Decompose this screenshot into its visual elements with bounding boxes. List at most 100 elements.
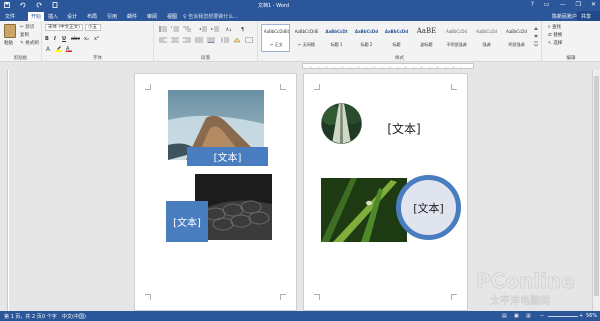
tab-references[interactable]: 引用: [107, 13, 117, 20]
ribbon-tab-bar: 文件 开始 插入 设计 布局 引用 邮件 审阅 视图 ♀ 告诉我您想要做什么..…: [0, 11, 600, 21]
select-button[interactable]: ↖ 选择: [548, 40, 562, 46]
justify-icon[interactable]: [195, 37, 203, 43]
horizontal-ruler[interactable]: [302, 63, 474, 69]
style-no-spacing[interactable]: AaBbCcDdE ↵ 无间隔: [291, 24, 320, 52]
bullets-icon[interactable]: [159, 26, 167, 32]
highlight-color-icon[interactable]: [55, 45, 63, 52]
numbering-icon[interactable]: [171, 26, 179, 32]
find-button[interactable]: ⌕ 查找: [548, 24, 561, 30]
find-label: 查找: [551, 25, 561, 30]
show-formatting-marks-icon[interactable]: ¶: [240, 26, 248, 32]
text-box-2[interactable]: [文本]: [166, 201, 208, 242]
multilevel-list-icon[interactable]: [183, 26, 191, 32]
distributed-icon[interactable]: [207, 37, 215, 43]
style-subtitle[interactable]: AaBbCcDd 不明显强调: [441, 24, 470, 52]
window-title: 文档1 - Word: [258, 3, 290, 9]
text-box-3[interactable]: [文本]: [378, 118, 430, 138]
increase-indent-icon[interactable]: [211, 26, 219, 32]
svg-text:PConline: PConline: [476, 269, 575, 293]
shading-icon[interactable]: [233, 37, 241, 43]
style-sample: AaBbCcDdE: [294, 29, 319, 34]
style-name: ↵ 无间隔: [298, 42, 315, 47]
help-button[interactable]: ?: [531, 1, 534, 8]
style-normal[interactable]: AaBbCcDdEt ↵ 正文: [261, 24, 290, 52]
web-layout-icon[interactable]: ▥: [526, 313, 531, 319]
tab-layout[interactable]: 布局: [87, 13, 97, 20]
underline-button[interactable]: U: [62, 36, 66, 42]
grass-droplet-photo[interactable]: [321, 178, 407, 242]
style-heading-3[interactable]: AaBbCcDd 标题: [381, 24, 410, 52]
zoom-slider[interactable]: [548, 316, 578, 317]
zoom-out-button[interactable]: −: [540, 313, 544, 319]
minimize-button[interactable]: —: [560, 1, 566, 8]
restore-button[interactable]: ❐: [576, 1, 581, 8]
save-icon[interactable]: [4, 2, 10, 8]
style-heading-2[interactable]: AaBbCcDd 标题 2: [351, 24, 380, 52]
borders-icon[interactable]: [245, 37, 253, 43]
superscript-button[interactable]: x²: [94, 36, 99, 42]
share-button[interactable]: 共享: [577, 11, 600, 21]
strikethrough-button[interactable]: abc: [71, 36, 80, 42]
paste-button[interactable]: 粘贴: [4, 40, 13, 46]
paste-icon[interactable]: [4, 24, 16, 38]
tab-insert[interactable]: 插入: [48, 13, 58, 20]
text-effects-icon[interactable]: A: [45, 45, 53, 52]
margin-mark: [314, 294, 320, 300]
quick-access-toolbar: [4, 2, 58, 8]
style-heading-1[interactable]: AaBbCcDt 标题 1: [321, 24, 350, 52]
page-2[interactable]: [文本] [文本]: [303, 73, 468, 311]
ribbon-display-options-button[interactable]: ▭: [544, 1, 550, 8]
clipboard-group: 粘贴 ✂ 剪切 复制 ✎ 格式刷 剪贴板: [0, 21, 42, 62]
cut-button[interactable]: ✂ 剪切: [20, 24, 34, 30]
style-name: 标题 2: [360, 42, 373, 47]
scrollbar-thumb[interactable]: [594, 76, 599, 296]
tab-review[interactable]: 审阅: [147, 13, 157, 20]
zoom-level[interactable]: 56%: [586, 313, 597, 319]
tab-mailings[interactable]: 邮件: [127, 13, 137, 20]
subscript-button[interactable]: x₂: [84, 36, 89, 42]
forest-bridge-circle-photo[interactable]: [321, 103, 362, 144]
circle-text-box[interactable]: [文本]: [396, 175, 461, 240]
print-preview-icon[interactable]: [52, 2, 58, 8]
language-indicator[interactable]: 中文(中国): [62, 313, 86, 320]
align-right-icon[interactable]: [183, 37, 191, 43]
sort-icon[interactable]: A↓: [226, 26, 234, 32]
style-subtle-emphasis[interactable]: AaBbCcDd 强调: [471, 24, 500, 52]
italic-button[interactable]: I: [54, 36, 56, 42]
align-left-icon[interactable]: [159, 37, 167, 43]
style-sample: AaBbCcDt: [325, 29, 348, 34]
font-name-combobox[interactable]: 宋体 (中文正文): [45, 24, 83, 31]
font-size-combobox[interactable]: 小五: [85, 24, 101, 31]
vertical-ruler[interactable]: [0, 70, 8, 311]
zoom-in-button[interactable]: +: [579, 313, 583, 319]
text-box-1[interactable]: [文本]: [187, 147, 268, 166]
decrease-indent-icon[interactable]: [199, 26, 207, 32]
align-center-icon[interactable]: [171, 37, 179, 43]
undo-icon[interactable]: [20, 2, 26, 8]
tell-me-box[interactable]: ♀ 告诉我您想要做什么...: [183, 13, 238, 20]
word-count[interactable]: 0 个字: [42, 313, 57, 320]
tab-home[interactable]: 开始: [28, 12, 45, 21]
replace-button[interactable]: ⇄ 替换: [548, 32, 562, 38]
print-layout-icon[interactable]: ▣: [514, 313, 519, 319]
line-spacing-icon[interactable]: [221, 37, 229, 43]
svg-text:太平洋电脑网: 太平洋电脑网: [490, 294, 550, 307]
tab-view[interactable]: 视图: [167, 13, 177, 20]
styles-scroll-icon[interactable]: [533, 25, 539, 47]
tab-design[interactable]: 设计: [67, 13, 77, 20]
read-mode-icon[interactable]: ▤: [502, 313, 507, 319]
redo-icon[interactable]: [36, 2, 42, 8]
page-count[interactable]: 第 1 页，共 2 页: [4, 313, 42, 320]
window-controls: ? ▭ — ❐ ✕: [531, 1, 596, 8]
bold-button[interactable]: B: [45, 36, 49, 42]
style-title[interactable]: AaBE 副标题: [411, 24, 440, 52]
format-painter-button[interactable]: ✎ 格式刷: [20, 40, 39, 46]
tab-file[interactable]: 文件: [0, 11, 20, 21]
close-button[interactable]: ✕: [591, 1, 596, 8]
sign-in-link[interactable]: 陈新民账户: [552, 13, 577, 20]
font-color-icon[interactable]: A: [65, 45, 73, 52]
style-emphasis[interactable]: AaBbCcDd 明显强调: [501, 24, 530, 52]
copy-button[interactable]: 复制: [20, 32, 29, 38]
page-1[interactable]: [文本] [文本]: [134, 73, 297, 311]
style-sample: AaBbCcDd: [384, 29, 409, 34]
